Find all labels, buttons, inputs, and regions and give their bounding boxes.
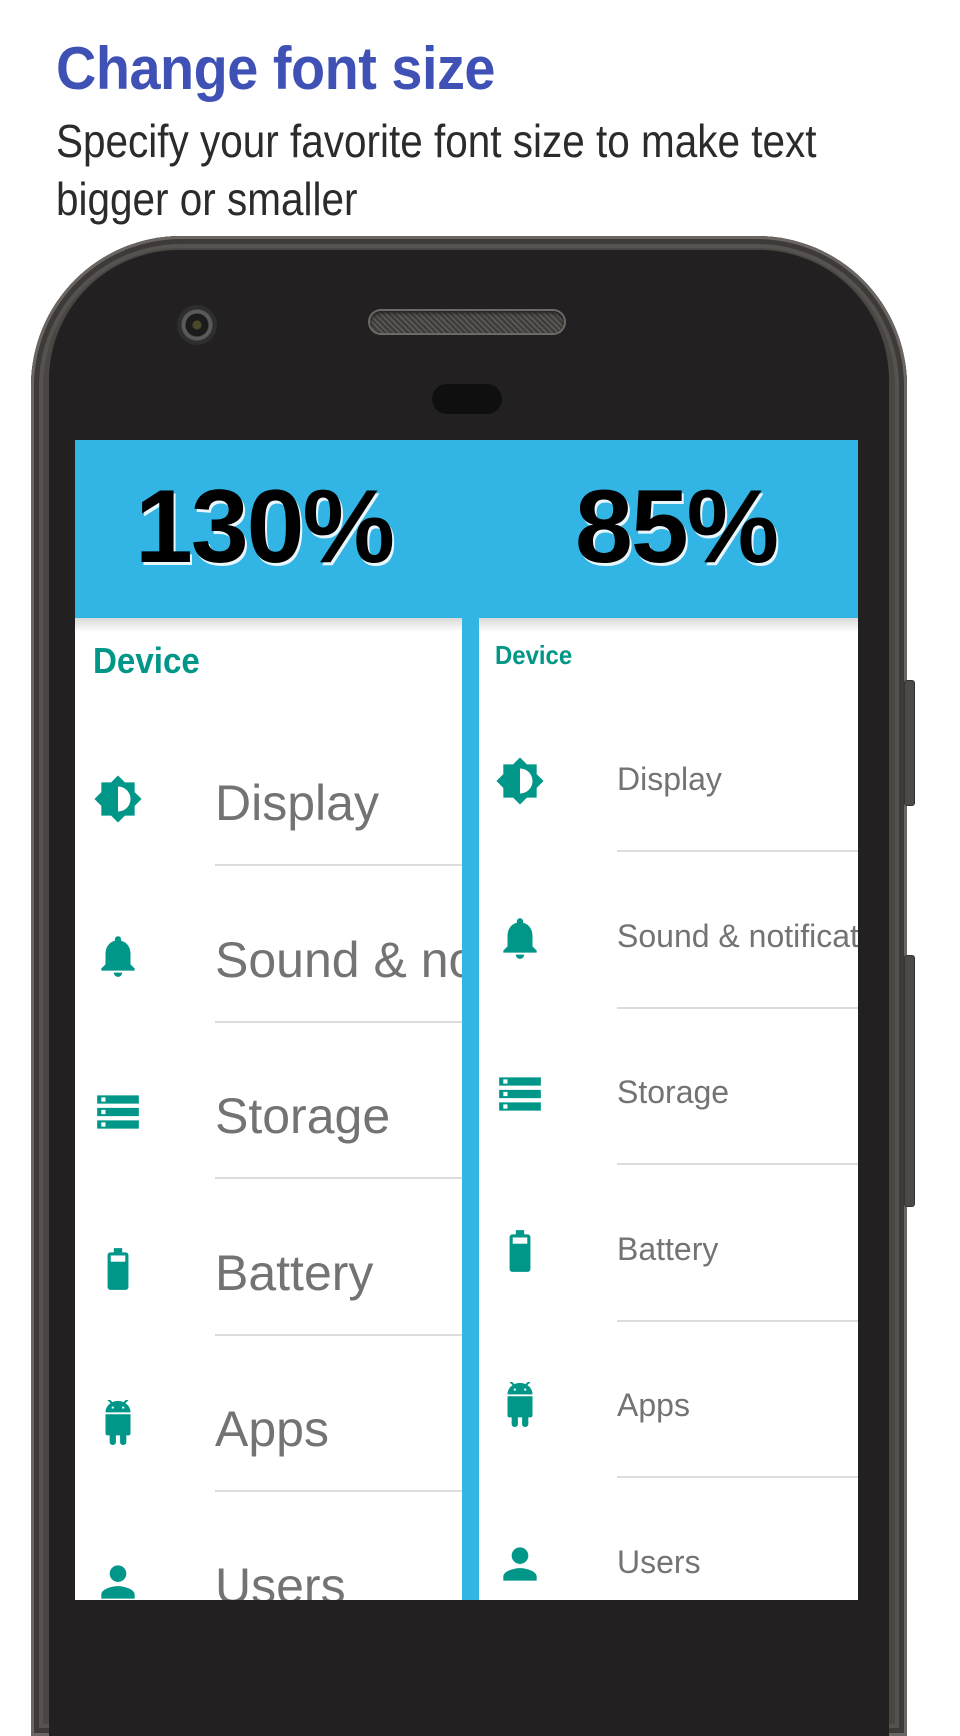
settings-panel-small: Device Display Sound & notification Storag… [479, 618, 858, 1600]
brightness-icon [93, 774, 143, 824]
battery-icon [495, 1226, 545, 1276]
section-header-device: Device [495, 640, 573, 670]
settings-item-label: Storage [215, 1088, 391, 1144]
settings-item-users[interactable]: Users [479, 1479, 858, 1601]
settings-item-battery[interactable]: Battery [479, 1166, 858, 1322]
front-camera-icon [177, 305, 217, 345]
storage-icon [93, 1087, 143, 1137]
section-header-device: Device [93, 640, 200, 681]
bell-icon [93, 931, 143, 981]
brightness-icon [495, 756, 545, 806]
settings-item-storage[interactable]: Storage [479, 1009, 858, 1165]
settings-item-storage[interactable]: Storage [75, 1023, 462, 1179]
settings-item-label: Sound & notification [617, 917, 858, 954]
settings-item-apps[interactable]: Apps [75, 1336, 462, 1492]
settings-item-display[interactable]: Display [75, 710, 462, 866]
person-icon [495, 1539, 545, 1589]
battery-icon [93, 1244, 143, 1294]
settings-item-label: Battery [215, 1244, 374, 1301]
settings-item-label: Users [617, 1543, 701, 1580]
scale-label-right: 85% [575, 469, 779, 585]
settings-item-sound-notification[interactable]: Sound & notification [479, 853, 858, 1009]
storage-icon [495, 1069, 545, 1119]
settings-item-label: Apps [617, 1387, 690, 1423]
proximity-sensor [432, 384, 502, 414]
settings-item-battery[interactable]: Battery [75, 1180, 462, 1336]
settings-item-label: Display [617, 761, 722, 797]
android-icon [495, 1382, 545, 1432]
promo-subtitle: Specify your favorite font size to make … [56, 115, 817, 225]
person-icon [93, 1557, 143, 1601]
settings-item-label: Apps [215, 1401, 329, 1457]
settings-item-label: Sound & notification [215, 931, 462, 988]
promo-title: Change font size [56, 35, 495, 102]
settings-panel-large: Device Display Sound & notification Storag… [75, 618, 462, 1600]
volume-button [904, 955, 915, 1207]
settings-item-display[interactable]: Display [479, 696, 858, 852]
settings-item-label: Storage [617, 1074, 730, 1110]
settings-item-label: Users [215, 1557, 346, 1601]
settings-item-label: Battery [617, 1230, 719, 1267]
earpiece-speaker [370, 311, 564, 333]
settings-item-users[interactable]: Users [75, 1493, 462, 1601]
settings-item-apps[interactable]: Apps [479, 1322, 858, 1478]
bell-icon [495, 913, 545, 963]
phone-screen: 130% 85% Device Display Sound & notificat… [75, 440, 858, 1600]
settings-item-sound-notification[interactable]: Sound & notification [75, 867, 462, 1023]
settings-item-label: Display [215, 775, 379, 831]
android-icon [93, 1400, 143, 1450]
scale-label-left: 130% [135, 469, 395, 585]
power-button [904, 680, 915, 806]
